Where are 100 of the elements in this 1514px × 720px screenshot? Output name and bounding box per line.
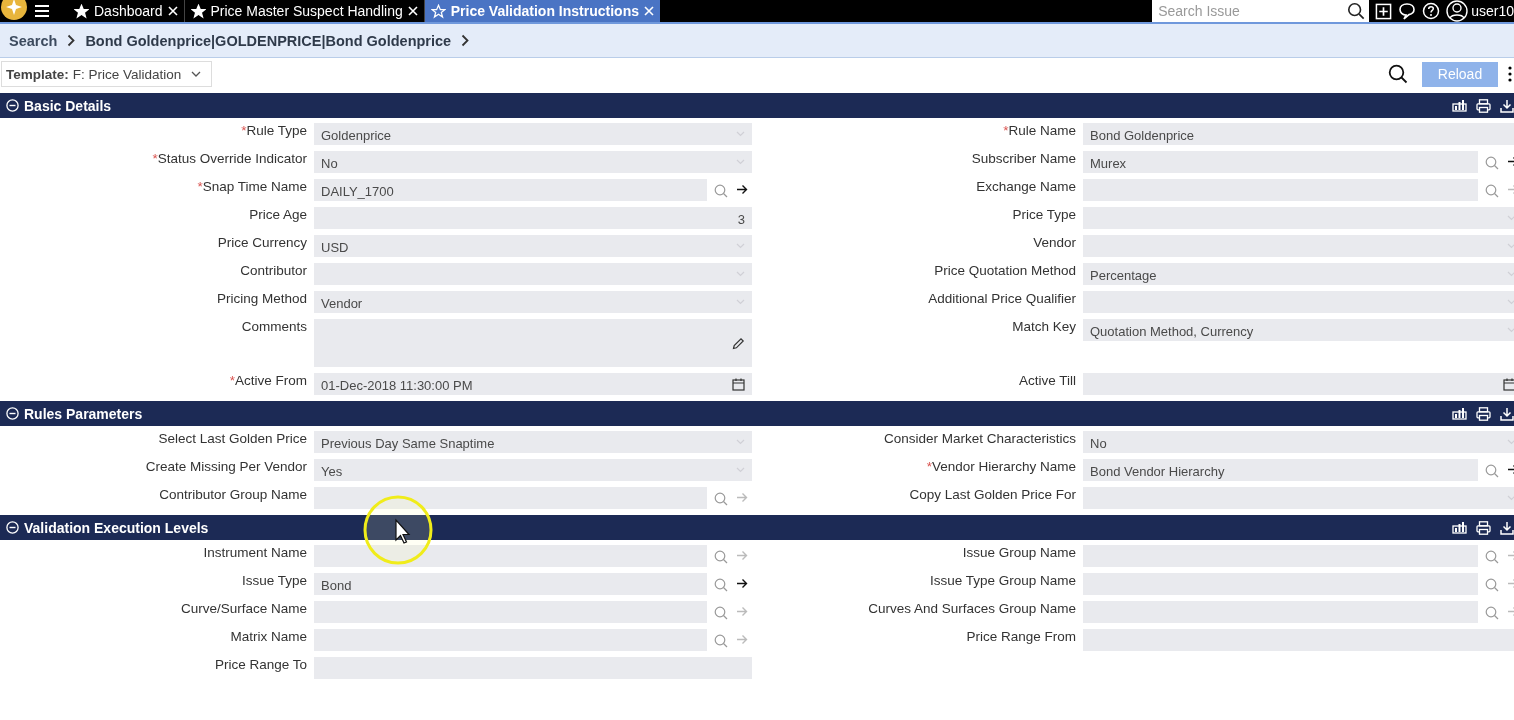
date-field[interactable]: 01-Dec-2018 11:30:00 PM	[314, 373, 752, 395]
collapse-icon[interactable]	[6, 99, 19, 112]
number-field[interactable]: 3	[314, 207, 752, 229]
select-field[interactable]: No	[314, 151, 752, 173]
close-icon[interactable]	[407, 6, 418, 16]
logo-icon[interactable]	[0, 0, 28, 22]
lookup-field[interactable]: DAILY_1700	[314, 179, 707, 201]
calendar-icon[interactable]	[1503, 377, 1514, 391]
lookup-field[interactable]	[314, 487, 707, 509]
help-icon[interactable]	[1422, 2, 1441, 20]
field-label: Create Missing Per Vendor	[144, 459, 307, 476]
field-label: *Active From	[228, 373, 307, 390]
download-icon[interactable]	[1500, 520, 1514, 535]
breadcrumb-link[interactable]: Search	[9, 32, 58, 49]
field-label: Instrument Name	[202, 545, 307, 562]
breadcrumb-link[interactable]: Bond Goldenprice|GOLDENPRICE|Bond Goldenprice	[85, 32, 452, 49]
arrow-right-icon[interactable]	[736, 184, 748, 195]
search-field[interactable]: Search Issue	[1152, 0, 1370, 22]
tab[interactable]: Price Master Suspect Handling	[184, 0, 425, 22]
section-header[interactable]: Rules Parameters	[0, 401, 1514, 426]
download-icon[interactable]	[1500, 406, 1514, 421]
field-label: Price Currency	[216, 235, 307, 252]
date-field[interactable]	[1083, 373, 1514, 395]
select-field[interactable]	[1083, 487, 1514, 509]
select-field[interactable]: No	[1083, 431, 1514, 453]
tab[interactable]: Price Validation Instructions	[424, 0, 660, 22]
chevron-right-icon	[67, 34, 76, 47]
user-name[interactable]: user10	[1471, 3, 1514, 19]
chevron-down-icon	[1507, 299, 1514, 305]
pencil-icon[interactable]	[732, 336, 745, 350]
print-icon[interactable]	[1476, 520, 1491, 535]
search-icon[interactable]	[1347, 2, 1366, 20]
print-icon[interactable]	[1476, 98, 1491, 113]
field-label: Price Age	[248, 207, 307, 224]
menu-icon[interactable]	[34, 4, 50, 18]
field-label: Issue Type Group Name	[928, 573, 1076, 590]
print-icon[interactable]	[1476, 406, 1491, 421]
close-icon[interactable]	[167, 6, 178, 16]
field-label: Exchange Name	[975, 179, 1076, 196]
search-icon[interactable]	[1388, 64, 1408, 84]
field-label: Price Range To	[213, 657, 307, 674]
add-icon[interactable]	[1375, 2, 1393, 20]
select-field[interactable]: Quotation Method, Currency	[1083, 319, 1514, 341]
field-label: *Status Override Indicator	[151, 151, 307, 168]
text-field[interactable]: Bond Goldenprice	[1083, 123, 1514, 145]
section-title: Rules Parameters	[24, 405, 143, 422]
field-label: Active Till	[1018, 373, 1076, 390]
field-label: Price Type	[1011, 207, 1076, 224]
download-icon[interactable]	[1500, 98, 1514, 113]
select-field[interactable]: Vendor	[314, 291, 752, 313]
field-label: *Rule Name	[1002, 123, 1076, 140]
field-label: Curve/Surface Name	[179, 601, 307, 618]
select-field[interactable]	[1083, 235, 1514, 257]
field-label: Select Last Golden Price	[157, 431, 307, 448]
chevron-down-icon	[1507, 439, 1514, 445]
chart-icon[interactable]	[1452, 99, 1467, 112]
select-field[interactable]: Goldenprice	[314, 123, 752, 145]
section-header[interactable]: Basic Details	[0, 93, 1514, 118]
select-field[interactable]: USD	[314, 235, 752, 257]
chevron-down-icon	[1507, 495, 1514, 501]
lookup-field[interactable]: Bond	[314, 573, 707, 595]
user-icon[interactable]	[1446, 0, 1469, 22]
chart-icon[interactable]	[1452, 521, 1467, 534]
select-field[interactable]	[314, 263, 752, 285]
template-dropdown[interactable]: Template: F: Price Validation	[1, 61, 213, 87]
field-label: Issue Group Name	[961, 545, 1076, 562]
field-label: Price Range From	[965, 629, 1076, 646]
chevron-down-icon	[736, 131, 745, 137]
comments-field[interactable]	[314, 319, 752, 367]
cursor-highlight	[362, 494, 434, 566]
chart-icon[interactable]	[1452, 407, 1467, 420]
select-field[interactable]: Previous Day Same Snaptime	[314, 431, 752, 453]
lookup-field[interactable]: Bond Vendor Hierarchy	[1083, 459, 1478, 481]
select-field[interactable]: Yes	[314, 459, 752, 481]
field-label: Matrix Name	[229, 629, 307, 646]
select-field[interactable]	[1083, 207, 1514, 229]
field-label: *Rule Type	[240, 123, 307, 140]
field-label: Pricing Method	[215, 291, 307, 308]
field-label: Consider Market Characteristics	[882, 431, 1076, 448]
chevron-down-icon	[1507, 327, 1514, 333]
chevron-down-icon	[1507, 243, 1514, 249]
chevron-down-icon	[1507, 271, 1514, 277]
field-label: Vendor	[1032, 235, 1076, 252]
field-label: Additional Price Qualifier	[927, 291, 1076, 308]
chevron-down-icon	[736, 439, 745, 445]
collapse-icon[interactable]	[6, 407, 19, 420]
section-header[interactable]: Validation Execution Levels	[0, 515, 1514, 540]
lookup-field[interactable]: Murex	[1083, 151, 1478, 173]
tab[interactable]: Dashboard	[68, 0, 185, 22]
calendar-icon[interactable]	[732, 377, 745, 391]
section-title: Validation Execution Levels	[24, 519, 209, 536]
collapse-icon[interactable]	[6, 521, 19, 534]
chat-icon[interactable]	[1398, 2, 1417, 20]
lookup-field[interactable]	[314, 545, 707, 567]
arrow-right-icon[interactable]	[736, 578, 748, 589]
select-field[interactable]: Percentage	[1083, 263, 1514, 285]
star-icon	[74, 3, 89, 19]
chevron-down-icon	[736, 271, 745, 277]
more-icon[interactable]	[1508, 66, 1512, 82]
select-field[interactable]	[1083, 291, 1514, 313]
